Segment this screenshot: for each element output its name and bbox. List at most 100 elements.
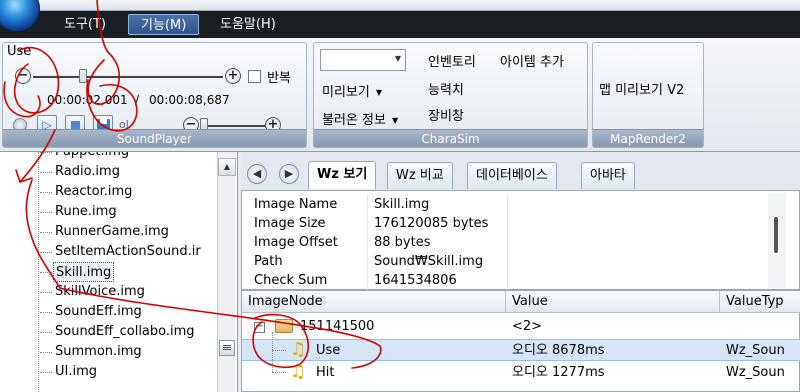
tree-connector bbox=[40, 292, 52, 293]
tree-connector bbox=[272, 332, 273, 350]
charasim-group-label: CharaSim bbox=[314, 129, 587, 147]
tree-item[interactable]: Rune.img bbox=[53, 202, 119, 222]
seek-thumb[interactable] bbox=[79, 69, 87, 83]
total-time: 00:00:08,687 bbox=[149, 93, 230, 107]
charasim-group: ▼ 미리보기 ▼ 불러온 정보 ▼ 인벤토리 아이템 추가 능력치 장비창 Char… bbox=[313, 42, 588, 148]
tree-connector bbox=[272, 372, 286, 373]
add-item-button[interactable]: 아이템 추가 bbox=[500, 51, 564, 70]
chevron-down-icon: ▼ bbox=[394, 54, 401, 63]
tree-connector bbox=[40, 312, 52, 313]
music-note-icon: ♫ bbox=[290, 339, 307, 360]
stats-button[interactable]: 능력치 bbox=[428, 79, 464, 98]
tree-item[interactable]: UI.img bbox=[53, 362, 99, 382]
scroll-thumb[interactable] bbox=[219, 340, 235, 356]
column-header-imagenode[interactable]: ImageNode bbox=[242, 291, 506, 313]
table-row[interactable]: ♫ Hit 오디오 1277ms Wz_Soun bbox=[242, 351, 800, 384]
property-value: Sound₩Skill.img bbox=[368, 252, 508, 271]
property-value: Skill.img bbox=[368, 195, 508, 214]
tab-wz-compare[interactable]: Wz 비교 bbox=[387, 162, 453, 189]
tree-scrollbar[interactable]: ▲ bbox=[217, 152, 236, 392]
seek-track[interactable] bbox=[33, 76, 223, 78]
loaded-info-label: 불러온 정보 bbox=[322, 113, 386, 128]
tree-item[interactable]: Radio.img bbox=[53, 162, 122, 182]
menu-tools[interactable]: 도구(T) bbox=[52, 14, 118, 35]
volume-track[interactable] bbox=[201, 125, 267, 127]
scroll-up-icon[interactable]: ▲ bbox=[218, 158, 236, 176]
maprender-group-label: MapRender2 bbox=[593, 129, 703, 147]
node-type: Wz_Soun bbox=[726, 365, 785, 380]
tree-item-selected[interactable]: Skill.img bbox=[53, 262, 115, 282]
collapse-icon[interactable]: − bbox=[254, 322, 265, 333]
tree-connector bbox=[40, 332, 52, 333]
seek-back-icon[interactable]: − bbox=[15, 68, 31, 84]
seek-forward-icon[interactable]: + bbox=[225, 68, 241, 84]
property-scrollbar[interactable] bbox=[768, 193, 786, 288]
tree-connector bbox=[272, 351, 273, 372]
sound-node-label: Use bbox=[7, 44, 32, 59]
equipment-button[interactable]: 장비창 bbox=[428, 105, 464, 124]
tree-connector bbox=[40, 272, 52, 273]
node-value: 오디오 8678ms bbox=[512, 343, 605, 358]
inventory-button[interactable]: 인벤토리 bbox=[428, 51, 476, 70]
table-row-selected[interactable]: ♫ Use 오디오 8678ms Wz_Soun bbox=[242, 332, 800, 361]
tree-item[interactable]: SoundEff_collabo.img bbox=[53, 322, 197, 342]
menu-functions[interactable]: 기능(M) bbox=[128, 14, 200, 35]
tree-connector bbox=[40, 372, 52, 373]
menu-bar: 도구(T) 기능(M) 도움말(H) bbox=[0, 11, 800, 38]
scroll-thumb[interactable] bbox=[774, 217, 778, 253]
forward-arrow-icon[interactable]: ▶ bbox=[279, 164, 299, 184]
repeat-label: 반복 bbox=[267, 71, 291, 86]
charasim-combo[interactable]: ▼ bbox=[320, 49, 406, 71]
tab-wz-view[interactable]: Wz 보기 bbox=[308, 161, 377, 189]
node-value: <2> bbox=[512, 319, 543, 334]
node-grid: ImageNode Value ValueTyp − 151141500 <2>… bbox=[241, 290, 800, 392]
soundplayer-group: Use − + 반복 00:00:02,001 / 00:00:08,687 ▷… bbox=[2, 42, 307, 148]
preview-dropdown[interactable]: 미리보기 ▼ bbox=[322, 81, 382, 100]
node-name: Use bbox=[316, 343, 341, 358]
repeat-checkbox[interactable] bbox=[248, 70, 261, 83]
folder-icon bbox=[275, 319, 293, 333]
tab-avatar[interactable]: 아바타 bbox=[581, 162, 635, 189]
menu-help[interactable]: 도움말(H) bbox=[208, 14, 288, 35]
table-row[interactable]: − 151141500 <2> bbox=[242, 316, 800, 338]
tree-item[interactable]: Summon.img bbox=[53, 342, 144, 362]
property-name: Image Size bbox=[248, 214, 368, 233]
window-title-strip bbox=[0, 0, 800, 11]
tree-connector bbox=[40, 192, 52, 193]
file-tree: Puppet.img Radio.img Reactor.img Rune.im… bbox=[0, 152, 238, 392]
tree-item[interactable]: SetItemActionSound.ir bbox=[53, 242, 203, 262]
property-name: Image Name bbox=[248, 195, 368, 214]
tree-item[interactable]: RunnerGame.img bbox=[53, 222, 171, 242]
tree-item[interactable]: SoundEff.img bbox=[53, 302, 144, 322]
node-name: Hit bbox=[316, 365, 335, 380]
tab-database[interactable]: 데이터베이스 bbox=[467, 162, 557, 189]
music-note-icon: ♫ bbox=[290, 361, 307, 382]
tree-guide-line bbox=[38, 152, 39, 392]
tree-connector bbox=[272, 350, 286, 351]
map-preview-button[interactable]: 맵 미리보기 V2 bbox=[599, 79, 684, 98]
loaded-info-dropdown[interactable]: 불러온 정보 ▼ bbox=[322, 109, 398, 128]
property-grid: Image Name Skill.img Image Size 17612008… bbox=[241, 190, 800, 290]
tab-strip: ◀ ▶ Wz 보기 Wz 비교 데이터베이스 아바타 bbox=[241, 160, 800, 190]
property-value: 88 bytes bbox=[368, 233, 508, 252]
current-time: 00:00:02,001 bbox=[47, 93, 128, 107]
tree-connector bbox=[40, 152, 52, 153]
chevron-down-icon: ▼ bbox=[375, 88, 382, 97]
content-panel: ◀ ▶ Wz 보기 Wz 비교 데이터베이스 아바타 Image Name Sk… bbox=[241, 152, 800, 392]
back-arrow-icon[interactable]: ◀ bbox=[247, 164, 267, 184]
column-header-valuetype[interactable]: ValueTyp bbox=[720, 291, 800, 313]
tree-connector bbox=[40, 212, 52, 213]
time-separator: / bbox=[135, 93, 140, 107]
soundplayer-group-label: SoundPlayer bbox=[3, 129, 306, 147]
tree-item[interactable]: Puppet.img bbox=[53, 152, 131, 162]
ribbon: Use − + 반복 00:00:02,001 / 00:00:08,687 ▷… bbox=[0, 38, 800, 152]
node-name: 151141500 bbox=[300, 319, 375, 334]
property-name: Path bbox=[248, 252, 368, 271]
column-header-value[interactable]: Value bbox=[506, 291, 720, 313]
tree-item[interactable]: Reactor.img bbox=[53, 182, 134, 202]
node-value: 오디오 1277ms bbox=[512, 365, 605, 380]
preview-label: 미리보기 bbox=[322, 85, 370, 100]
maprender-group: 맵 미리보기 V2 MapRender2 bbox=[592, 42, 704, 148]
tree-item[interactable]: SkillVoice.img bbox=[53, 282, 147, 302]
tree-connector bbox=[40, 172, 52, 173]
